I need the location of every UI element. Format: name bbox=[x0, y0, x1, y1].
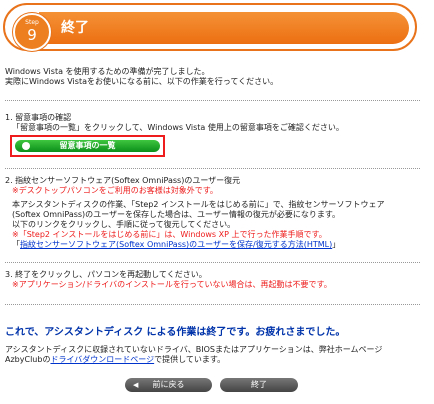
intro-line-1: Windows Vista を使用するための準備が完了しました。 bbox=[5, 67, 210, 76]
section3-heading: 3. 終了をクリックし、パソコンを再起動してください。 bbox=[5, 270, 207, 279]
section2-line-2: (Softex OmniPass)のユーザーを保存した場合は、ユーザー情報の復元… bbox=[12, 210, 341, 219]
divider bbox=[5, 262, 420, 263]
driver-download-link[interactable]: ドライバダウンロードページ bbox=[50, 355, 154, 364]
bracket-open: 「 bbox=[12, 240, 20, 249]
omnipass-link-line: 「指紋センサーソフトウェア(Softex OmniPass)のユーザーを保存/復… bbox=[12, 240, 340, 250]
section2-line-1: 本アシスタントディスクの作業、「Step2 インストールをはじめる前に」で、指紋… bbox=[12, 200, 385, 209]
triangle-left-icon: ◀ bbox=[133, 381, 139, 389]
page-title: 終了 bbox=[61, 20, 89, 36]
step-number: 9 bbox=[27, 26, 37, 44]
bracket-close: 」 bbox=[332, 240, 341, 249]
step-label: Step bbox=[25, 19, 39, 26]
step-header: 終了 Step 9 bbox=[3, 3, 417, 51]
footer-line-1: アシスタントディスクに収録されていないドライバ、BIOSまたはアプリケーションは… bbox=[5, 345, 383, 354]
end-button[interactable]: 終了 bbox=[220, 378, 298, 392]
notes-list-button-label: 留意事項の一覧 bbox=[59, 141, 116, 150]
back-button-label: 前に戻る bbox=[152, 380, 185, 389]
notes-highlight-box: 留意事項の一覧 bbox=[10, 135, 165, 157]
footer-suffix: で提供しています。 bbox=[154, 355, 226, 364]
section2-line-3: 以下のリンクをクリックし、手順に従って復元してください。 bbox=[12, 220, 236, 229]
step-badge: Step 9 bbox=[13, 13, 51, 51]
back-button[interactable]: ◀ 前に戻る bbox=[125, 378, 212, 392]
section1-heading: 1. 留意事項の確認 bbox=[5, 113, 72, 122]
section3-note: ※アプリケーション/ドライバのインストールを行っていない場合は、再起動は不要です… bbox=[12, 280, 332, 289]
footer-prefix: AzbyClubの bbox=[5, 355, 51, 364]
section1-text: 「留意事項の一覧」をクリックして、Windows Vista 使用上の留意事項を… bbox=[12, 123, 344, 132]
title-bar: 終了 bbox=[39, 12, 409, 44]
section2-heading: 2. 指紋センサーソフトウェア(Softex OmniPass)のユーザー復元 bbox=[5, 176, 241, 185]
section2-note: ※デスクトップパソコンをご利用のお客様は対象外です。 bbox=[12, 186, 218, 195]
intro-line-2: 実際にWindows Vistaをお使いになる前に、以下の作業を行ってください。 bbox=[5, 77, 279, 86]
closing-message: これで、アシスタントディスク による作業は終了です。お疲れさまでした。 bbox=[5, 327, 346, 338]
bullet-icon bbox=[22, 142, 30, 150]
notes-list-button[interactable]: 留意事項の一覧 bbox=[15, 140, 160, 152]
omnipass-restore-link[interactable]: 指紋センサーソフトウェア(Softex OmniPass)のユーザーを保存/復元… bbox=[20, 240, 332, 249]
divider bbox=[5, 168, 420, 169]
end-button-label: 終了 bbox=[251, 380, 267, 389]
divider bbox=[5, 304, 420, 305]
footer-line-2: AzbyClubのドライバダウンロードページで提供しています。 bbox=[5, 355, 225, 365]
section2-note-2: ※「Step2 インストールをはじめる前に」は、Windows XP 上で行った… bbox=[12, 230, 327, 239]
divider bbox=[5, 100, 420, 101]
